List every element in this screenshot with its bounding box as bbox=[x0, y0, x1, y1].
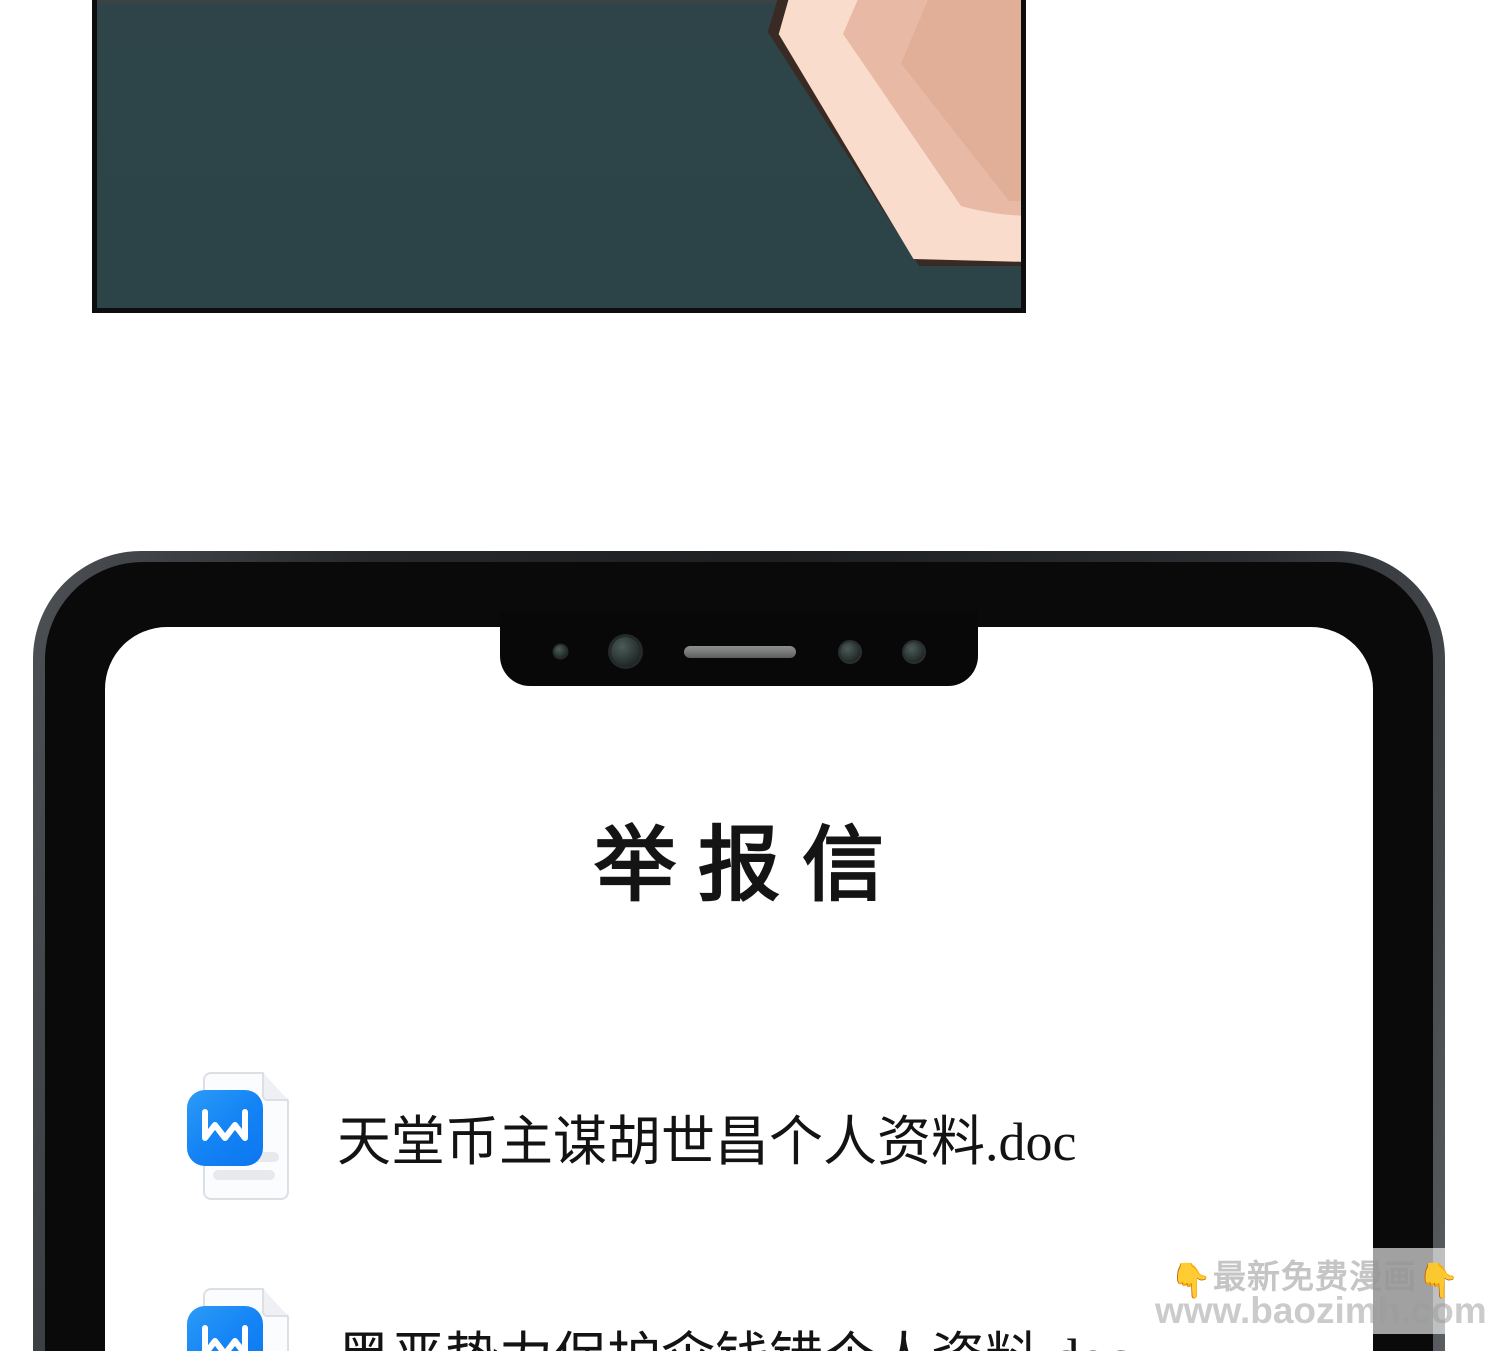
list-item[interactable]: 天堂币主谋胡世昌个人资料.doc bbox=[187, 1071, 1333, 1201]
word-doc-icon bbox=[187, 1288, 289, 1351]
word-doc-icon bbox=[187, 1072, 289, 1200]
smartphone-mockup: 举报信 天堂币主谋胡世昌个人资料.doc bbox=[33, 551, 1445, 1351]
phone-screen: 举报信 天堂币主谋胡世昌个人资料.doc bbox=[105, 627, 1373, 1351]
front-camera-icon bbox=[611, 637, 640, 666]
file-name-label: 天堂币主谋胡世昌个人资料.doc bbox=[337, 1097, 1076, 1176]
document-text-line bbox=[213, 1170, 275, 1180]
file-attachment-list: 天堂币主谋胡世昌个人资料.doc 黑恶势力保护伞钱错个人资料.doc bbox=[187, 1071, 1333, 1351]
light-sensor-icon bbox=[904, 642, 924, 662]
comic-panel-top bbox=[92, 0, 1026, 313]
infrared-sensor-icon bbox=[840, 642, 860, 662]
phone-notch bbox=[500, 611, 978, 686]
file-name-label: 黑恶势力保护伞钱错个人资料.doc bbox=[337, 1313, 1130, 1351]
word-badge-icon bbox=[187, 1090, 263, 1166]
list-item[interactable]: 黑恶势力保护伞钱错个人资料.doc bbox=[187, 1287, 1333, 1351]
proximity-sensor-icon bbox=[554, 645, 567, 658]
sensor-cluster bbox=[554, 631, 924, 666]
earpiece-speaker-icon bbox=[684, 646, 796, 658]
word-badge-icon bbox=[187, 1306, 263, 1351]
page-title: 举报信 bbox=[105, 825, 1373, 907]
